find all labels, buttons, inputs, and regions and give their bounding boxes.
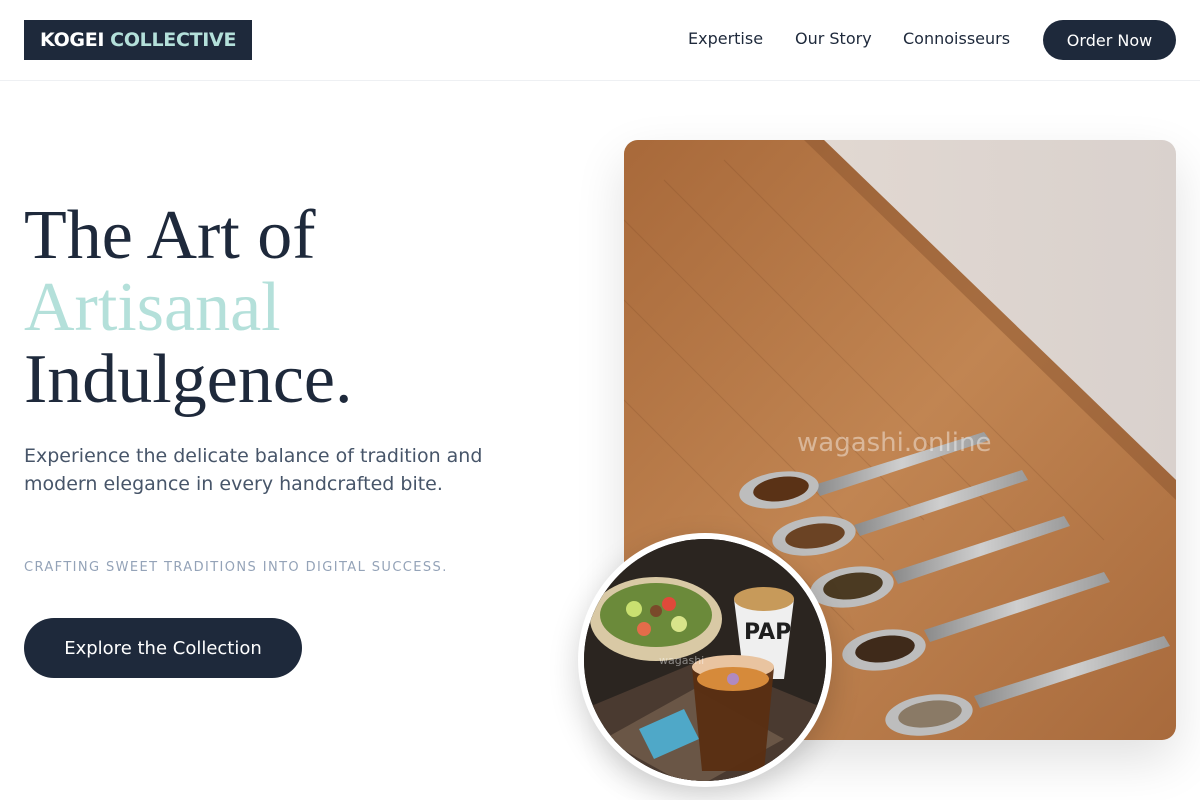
site-header: KOGEI COLLECTIVE Expertise Our Story Con… [0, 0, 1200, 81]
cup-print: PAP [744, 620, 791, 645]
hero-headline: The Art of Artisanal Indulgence. [24, 200, 544, 416]
logo-accent-text: COLLECTIVE [110, 29, 237, 51]
brand-logo[interactable]: KOGEI COLLECTIVE [24, 20, 252, 60]
cafe-dessert-illustration: PAP [584, 539, 826, 781]
hero-tagline: CRAFTING SWEET TRADITIONS INTO DIGITAL S… [24, 560, 448, 575]
headline-line-1: The Art of [24, 197, 316, 274]
headline-accent-word: Artisanal [24, 269, 281, 346]
order-now-button[interactable]: Order Now [1043, 20, 1176, 60]
logo-primary-text: KOGEI [40, 29, 105, 51]
cafe-dessert-photo: PAP [584, 539, 826, 781]
headline-line-3: Indulgence. [24, 341, 353, 418]
explore-collection-button[interactable]: Explore the Collection [24, 618, 302, 678]
hero-subtext: Experience the delicate balance of tradi… [24, 445, 483, 495]
nav-link-expertise[interactable]: Expertise [688, 29, 763, 48]
nav-link-connoisseurs[interactable]: Connoisseurs [903, 29, 1010, 48]
nav-link-our-story[interactable]: Our Story [795, 29, 872, 48]
inset-photo-watermark: wagashi [659, 654, 705, 667]
main-photo-watermark: wagashi.online [797, 428, 992, 458]
